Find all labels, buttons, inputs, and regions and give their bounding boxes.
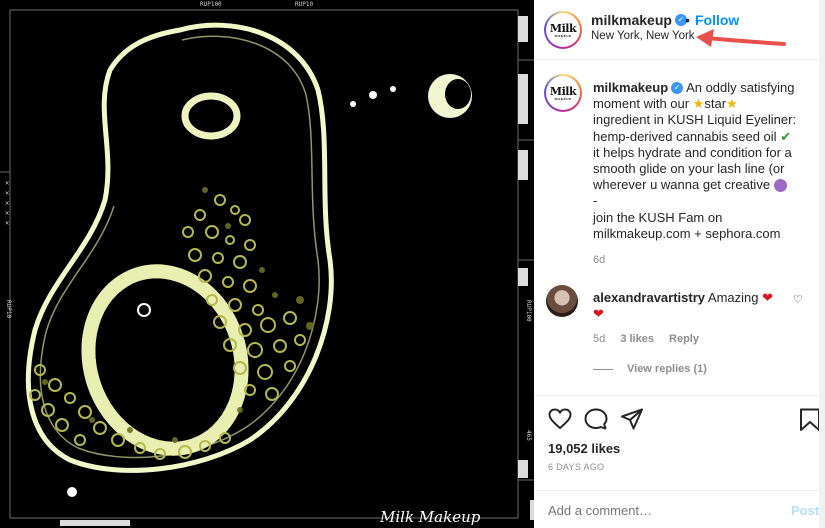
post-image[interactable]: RUP100 RUP10 ✕ ✕ ✕ ✕ ✕ RUP10 465 RUP100 xyxy=(0,0,534,528)
post-actions: 19,052 likes 6 DAYS AGO Post xyxy=(534,395,825,528)
svg-text:✕: ✕ xyxy=(5,199,9,207)
logo-subtext: MAKEUP xyxy=(554,33,572,38)
view-replies-button[interactable]: View replies (1) xyxy=(593,363,707,375)
username-text[interactable]: milkmakeup xyxy=(591,12,672,28)
caption-line: An oddly satisfying xyxy=(686,80,795,95)
comment-like-heart-icon[interactable]: ♡ xyxy=(793,293,803,306)
comment-timestamp[interactable]: 5d xyxy=(593,333,605,345)
bookmark-icon[interactable] xyxy=(799,408,821,432)
annotation-arrow-icon xyxy=(696,29,786,47)
frame-label: 465 xyxy=(525,430,532,441)
oil-drop-illustration: RUP100 RUP10 ✕ ✕ ✕ ✕ ✕ RUP10 465 RUP100 xyxy=(0,1,534,526)
heart-emoji-icon: ❤ xyxy=(762,290,774,305)
verified-icon: ✓ xyxy=(671,81,684,94)
post-button[interactable]: Post xyxy=(791,503,819,518)
share-icon[interactable] xyxy=(620,408,644,430)
comment-text: Amazing xyxy=(707,290,759,305)
person-emoji-icon xyxy=(773,179,787,193)
caption-line: hemp-derived cannabis seed oil xyxy=(593,128,777,144)
location-link[interactable]: New York, New York xyxy=(591,30,695,42)
svg-text:✕: ✕ xyxy=(5,209,9,217)
separator-dot: • xyxy=(685,12,690,28)
caption-line: milkmakeup.com + sephora.com xyxy=(593,225,781,241)
comment-input[interactable] xyxy=(548,503,768,518)
like-heart-icon[interactable] xyxy=(548,408,572,430)
caption-line: - xyxy=(593,193,598,209)
caption-line: star xyxy=(704,96,727,112)
star-icon: ★ xyxy=(692,96,705,112)
brand-logo: Milk MAKEUP xyxy=(548,78,578,108)
view-replies-label[interactable]: View replies (1) xyxy=(627,363,707,375)
comment-icon[interactable] xyxy=(584,408,608,430)
comment-box: Post xyxy=(534,490,825,528)
commenter-avatar[interactable] xyxy=(546,285,578,317)
logo-text: Milk xyxy=(549,21,577,35)
caption-avatar[interactable]: Milk MAKEUP xyxy=(544,74,582,112)
post-caption: milkmakeup ✓ An oddly satisfying moment w… xyxy=(593,80,815,242)
svg-text:✕: ✕ xyxy=(5,179,9,187)
caption-line: it helps hydrate and condition for a xyxy=(593,144,792,160)
reply-button[interactable]: Reply xyxy=(669,333,699,345)
likes-count[interactable]: 19,052 likes xyxy=(548,441,620,456)
check-icon: ✔ xyxy=(780,128,792,144)
caption-timestamp[interactable]: 6d xyxy=(593,254,605,266)
caption-line: smooth glide on your lash line (or xyxy=(593,161,785,177)
caption-line: moment with our xyxy=(593,96,690,112)
post-age[interactable]: 6 DAYS AGO xyxy=(548,462,604,472)
logo-text: Milk xyxy=(549,84,577,98)
caption-line: ingredient in KUSH Liquid Eyeliner: xyxy=(593,112,797,128)
frame-label: RUP100 xyxy=(200,1,222,8)
caption-line: join the KUSH Fam on xyxy=(593,209,723,225)
frame-label: RUP10 xyxy=(5,300,12,318)
replies-divider xyxy=(593,368,613,370)
caption-username[interactable]: milkmakeup xyxy=(593,80,668,95)
post-panel: Milk MAKEUP milkmakeup ✓ • Follow New Yor… xyxy=(534,0,825,528)
avatar[interactable]: Milk MAKEUP xyxy=(544,11,582,49)
frame-label: RUP100 xyxy=(525,300,532,322)
heart-emoji-icon: ❤ xyxy=(593,306,604,321)
comment-username[interactable]: alexandravartistry xyxy=(593,290,705,305)
frame-label: RUP10 xyxy=(295,1,313,8)
brand-logo: Milk MAKEUP xyxy=(548,15,578,45)
post-header: Milk MAKEUP milkmakeup ✓ • Follow New Yor… xyxy=(534,0,825,60)
caption-line: wherever u wanna get creative xyxy=(593,177,771,193)
comment-likes[interactable]: 3 likes xyxy=(620,333,654,345)
comment-meta: 5d 3 likes Reply xyxy=(593,333,711,345)
svg-text:✕: ✕ xyxy=(5,219,9,227)
star-icon: ★ xyxy=(726,96,738,112)
scrollbar[interactable] xyxy=(819,0,825,528)
logo-subtext: MAKEUP xyxy=(554,96,572,101)
comment-body: alexandravartistry Amazing ❤ ❤ xyxy=(593,290,793,322)
signature: Milk Makeup xyxy=(379,508,481,526)
svg-text:✕: ✕ xyxy=(5,189,9,197)
post-username[interactable]: milkmakeup ✓ xyxy=(591,12,687,28)
